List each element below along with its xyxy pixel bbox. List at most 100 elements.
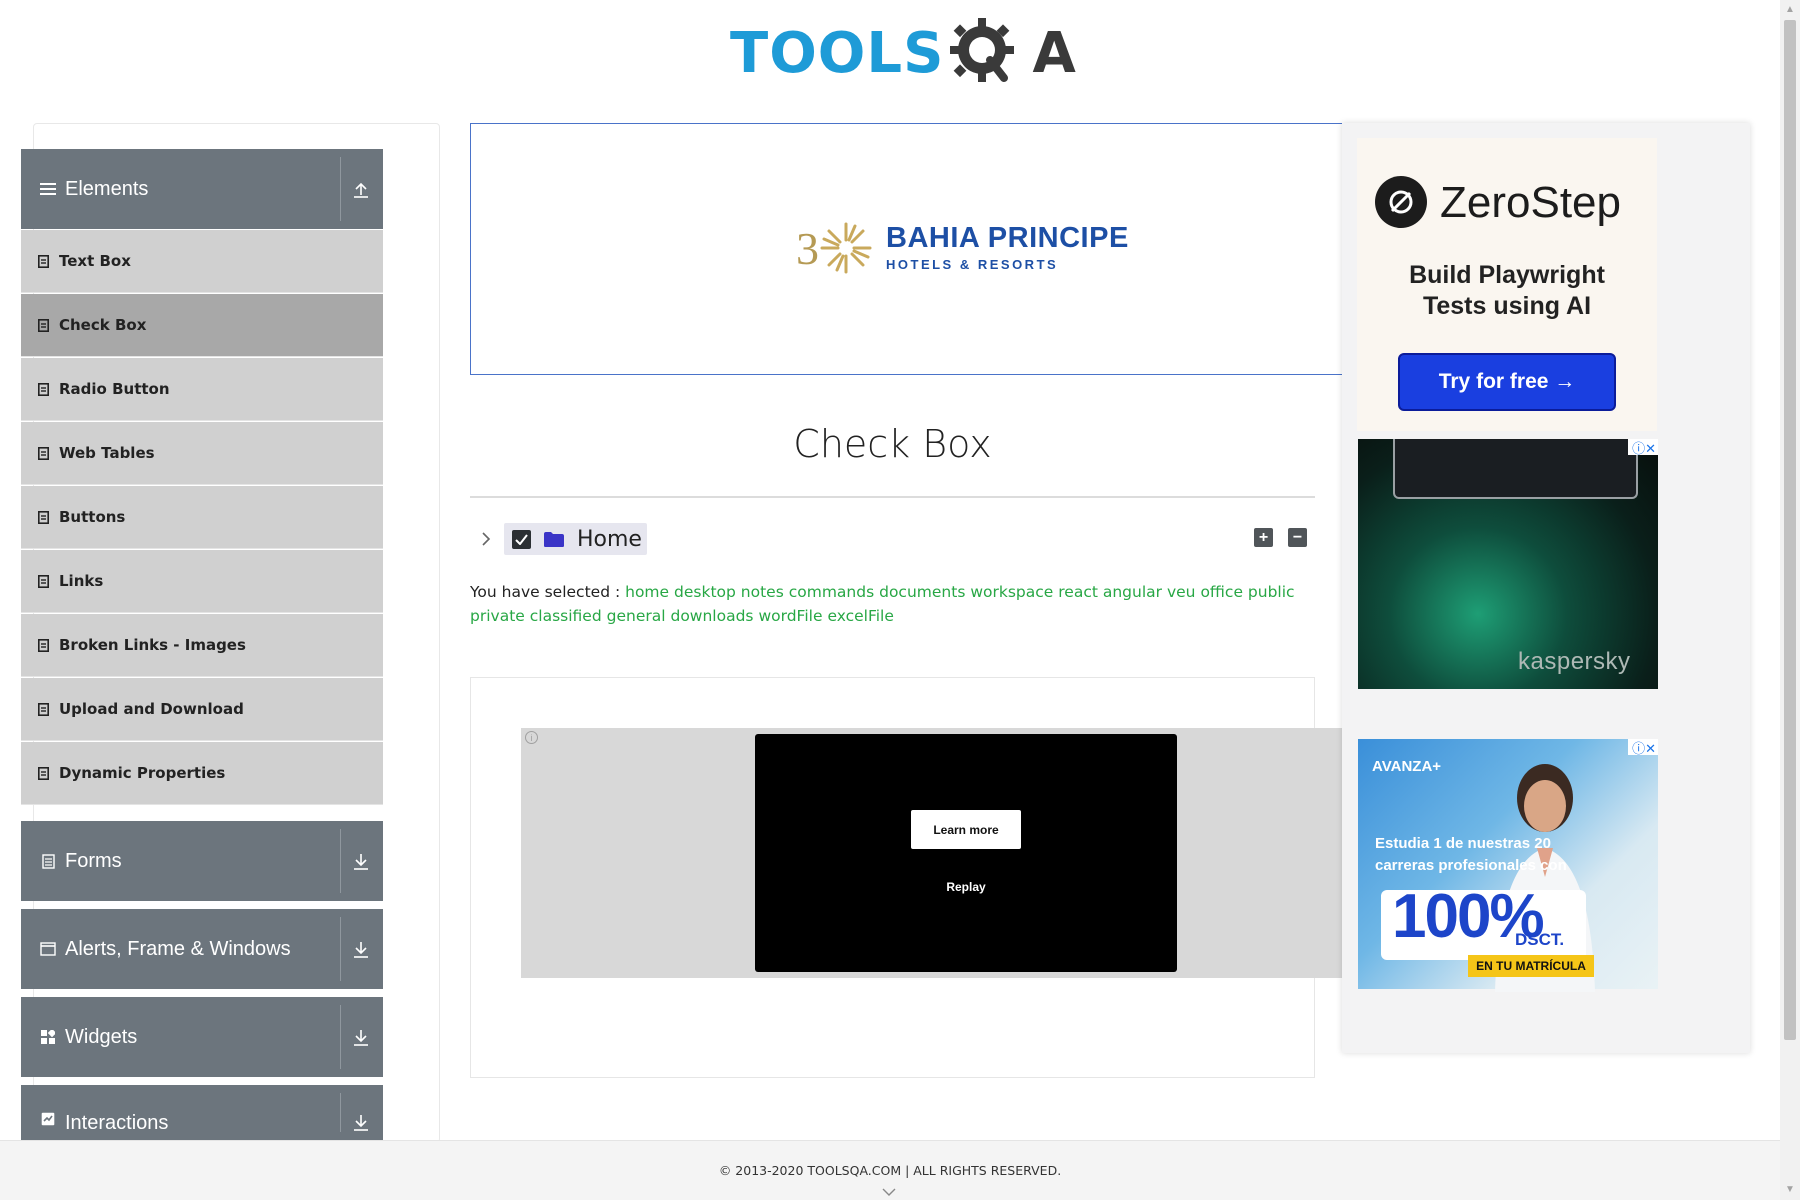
sidebar-item-dynamic-properties[interactable]: Dynamic Properties [21,742,383,805]
doc-icon [36,510,50,524]
ad-info-icon[interactable]: i [525,731,538,744]
folder-icon [543,531,565,548]
sidebar-item-label: Buttons [59,508,126,526]
tree-node-home[interactable]: Home [504,523,647,555]
divider [340,1093,341,1132]
selected-item: general [606,607,666,625]
avanza-line: Estudia 1 de nuestras 20 [1375,835,1551,852]
try-for-free-button[interactable]: Try for free → [1398,353,1616,411]
selected-item: public [1247,583,1295,601]
collapse-arrow-icon[interactable] [347,149,375,229]
toolsqa-logo[interactable]: TOOLS A [730,14,1076,94]
avanza-line: carreras profesionales con [1375,857,1567,874]
doc-icon [36,382,50,396]
learn-more-button[interactable]: Learn more [911,810,1021,849]
doc-icon [36,254,50,268]
svg-text:3: 3 [796,223,819,274]
tree-node-label: Home [577,526,642,552]
group-label: Alerts, Frame & Windows [65,937,291,960]
expand-arrow-icon[interactable] [347,909,375,989]
doc-icon [36,574,50,588]
expand-arrow-icon[interactable] [347,821,375,901]
selected-item: angular [1102,583,1163,601]
logo-text: TOOLS [730,21,945,86]
doc-icon [36,446,50,460]
interactions-icon [37,1112,59,1126]
doc-icon [36,318,50,332]
selected-item: private [470,607,525,625]
laptop-image [1393,439,1638,499]
sidebar-group-interactions[interactable]: Interactions [21,1085,383,1140]
sidebar-item-label: Radio Button [59,380,170,398]
zerostep-name: ZeroStep [1440,178,1621,227]
selected-item: classified [529,607,602,625]
footer-copyright: © 2013-2020 TOOLSQA.COM | ALL RIGHTS RES… [718,1163,1062,1178]
gear-magnifier-icon [946,16,1032,92]
selected-item: documents [879,583,966,601]
chevron-down-icon [882,1183,896,1199]
form-icon [37,853,59,869]
group-label: Interactions [65,1112,169,1134]
zerostep-logo-icon [1375,176,1427,228]
selected-item: office [1200,583,1243,601]
sidebar-group-forms[interactable]: Forms [21,821,383,901]
selected-item: react [1058,583,1098,601]
group-label: Forms [65,849,122,872]
divider [340,157,341,221]
divider [340,829,341,893]
sidebar-item-label: Links [59,572,104,590]
expand-arrow-icon[interactable] [347,1085,375,1140]
expand-all-button[interactable]: + [1254,528,1273,547]
sidebar-group-elements[interactable]: Elements [21,149,383,229]
collapse-all-button[interactable]: − [1288,528,1307,547]
banner-tagline: HOTELS & RESORTS [886,257,1059,272]
home-checkbox[interactable] [512,529,531,549]
discount-label: DSCT. [1515,930,1565,949]
sidebar-item-web-tables[interactable]: Web Tables [21,422,383,485]
doc-icon [36,702,50,716]
sidebar-item-label: Upload and Download [59,700,244,718]
avanza-text: Estudia 1 de nuestras 20 carreras profes… [1375,833,1615,877]
divider [340,917,341,981]
sidebar-item-check-box[interactable]: Check Box [21,294,383,357]
selected-item: notes [740,583,784,601]
selected-item: desktop [674,583,736,601]
sidebar-group-alerts[interactable]: Alerts, Frame & Windows [21,909,383,989]
sidebar-item-links[interactable]: Links [21,550,383,613]
sidebar-item-upload-download[interactable]: Upload and Download [21,678,383,741]
sidebar-item-text-box[interactable]: Text Box [21,230,383,293]
sidebar-item-label: Text Box [59,252,131,270]
sidebar-item-buttons[interactable]: Buttons [21,486,383,549]
selected-item: workspace [970,583,1054,601]
doc-icon [36,766,50,780]
selected-item: downloads [670,607,754,625]
video-player[interactable] [755,734,1177,972]
scroll-down-arrow-icon[interactable]: ▼ [1783,1184,1797,1196]
scroll-up-arrow-icon[interactable]: ▲ [1783,4,1797,16]
replay-button[interactable]: Replay [911,880,1021,894]
banner-brand: BAHIA PRINCIPE [886,222,1129,254]
sidebar-group-widgets[interactable]: Widgets [21,997,383,1077]
bahia-principe-logo: 3 BAHIA PRINCIPE HOTELS & RESORTS [796,220,1129,276]
enrollment-band: EN TU MATRÍCULA [1468,955,1594,977]
kaspersky-brand: kaspersky [1518,648,1631,675]
sidebar-item-label: Web Tables [59,444,155,462]
checkmark-icon [515,533,528,545]
banner-ad[interactable]: 3 BAHIA PRINCIPE HOTELS & RESORTS [470,123,1345,375]
window-icon [37,942,59,956]
tree-expand-toggle[interactable] [476,526,496,552]
expand-arrow-icon[interactable] [347,997,375,1077]
doc-icon [36,638,50,652]
group-label: Widgets [65,1025,138,1048]
tagline-line: Build Playwright [1409,261,1605,289]
sidebar-item-broken-links[interactable]: Broken Links - Images [21,614,383,677]
result-prefix: You have selected : [470,583,621,601]
zerostep-tagline: Build Playwright Tests using AI [1357,260,1657,322]
ad-close-icon[interactable]: ⓘ✕ [1628,439,1658,456]
sidebar-item-radio-button[interactable]: Radio Button [21,358,383,421]
ad-close-icon[interactable]: ⓘ✕ [1628,739,1658,756]
selected-item: home [625,583,670,601]
selected-item: wordFile [758,607,823,625]
hamburger-icon [37,182,59,196]
scrollbar-thumb[interactable] [1784,20,1796,1040]
